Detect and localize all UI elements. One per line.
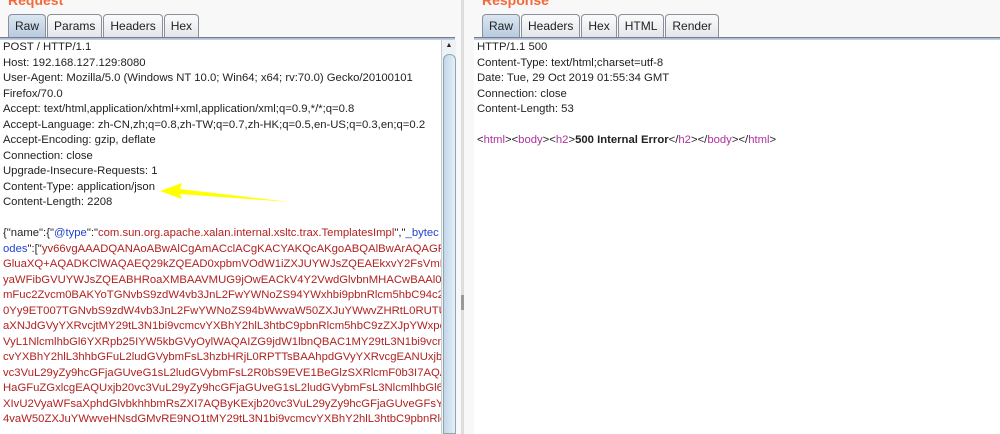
request-header-line: Upgrade-Insecure-Requests: 1	[3, 165, 158, 177]
json-second-line: odes":["yv66vgAAADQANAoABwAlCgAmACclACgK…	[0, 242, 441, 258]
request-header-line: User-Agent: Mozilla/5.0 (Windows NT 10.0…	[3, 72, 413, 84]
request-editor[interactable]: POST / HTTP/1.1 Host: 192.168.127.129:808…	[0, 40, 441, 434]
request-body-line: 0Yy9ET007TGNvbS9zdW4vb3JnL2FwYWNoZS94bWw…	[3, 304, 441, 317]
request-body-line: aXNJdGVyYXRvcjtMY29tL3N1bi9vcmcvYXBhY2hl…	[3, 320, 441, 332]
request-body-line: yaWFibGVUYWJsZQEABHRoaXMBAAVMUG9jOwEACkV…	[3, 273, 441, 286]
request-title: Request	[8, 0, 64, 8]
tab-html[interactable]: HTML	[617, 14, 665, 37]
text-span: @type	[53, 227, 87, 239]
text-span: >	[504, 134, 512, 146]
request-header-line: Host: 192.168.127.129:8080	[3, 56, 146, 69]
text-span: com.sun.org.apache.xalan.internal.xsltc.…	[97, 227, 395, 239]
split-divider[interactable]	[461, 0, 464, 434]
request-body-line: cvYXBhY2hlL3hhbGFuL2ludGVybmFsL3hzbHRjL0…	[3, 351, 441, 363]
text-span: </	[697, 134, 708, 146]
response-header-line: Content-Length: 53	[477, 103, 574, 115]
response-header-line: Connection: close	[477, 87, 567, 100]
text-span: h2	[555, 134, 569, 146]
request-header-line: Accept: text/html,application/xhtml+xml,…	[3, 103, 355, 115]
response-header-line: Content-Type: text/html;charset=utf-8	[477, 56, 664, 69]
text-span: h2	[678, 134, 691, 146]
request-header-line: Connection: close	[3, 149, 93, 162]
response-body-line: <html><body><h2>500 Internal Error</h2><…	[474, 133, 1000, 149]
request-header-line: POST / HTTP/1.1	[3, 41, 92, 53]
response-header-line: HTTP/1.1 500	[477, 41, 548, 53]
request-body-line: 4vaW50ZXJuYWwveHNsdGMvRE9NO1tMY29tL3N1bi…	[3, 413, 441, 425]
tab-raw[interactable]: Raw	[8, 14, 47, 37]
text-span: html	[748, 134, 770, 146]
text-span: _bytec	[405, 227, 439, 239]
text-span: {"name":{"	[3, 227, 54, 239]
text-span: ":"	[86, 227, 98, 239]
text-span: odes	[3, 242, 28, 255]
text-span: </	[738, 134, 749, 146]
request-body-line: VyL1NlcmlhbGl6YXRpb25IYW5kbGVyOylWAQAIZG…	[3, 335, 441, 348]
text-span: 500 Internal Error	[575, 134, 669, 146]
text-span: body	[707, 134, 732, 146]
text-span: body	[518, 134, 543, 146]
request-header-line: Accept-Encoding: gzip, deflate	[3, 134, 156, 146]
request-body-line: HaGFuZGxlcgEAQUxjb20vc3VuL29yZy9hcGFjaGU…	[3, 382, 441, 394]
request-tabs: Raw Params Headers Hex	[8, 14, 200, 37]
request-body-line: GluaXQ+AQADKClWAQAEQ29kZQEAD0xpbmVOdW1iZ…	[3, 258, 441, 270]
yellow-arrow-annotation	[160, 183, 290, 202]
text-span: yv66vgAAADQANAoABwAlCgAmACclACgKACYAKQcA…	[41, 242, 441, 255]
tab-raw[interactable]: Raw	[482, 14, 521, 37]
request-header-line: Firefox/70.0	[3, 87, 63, 100]
request-body-line: XIvU2VyaWFsaXphdGlvbkhhbmRsZXI7AQByKExjb…	[3, 397, 441, 410]
text-span: >	[690, 134, 698, 146]
tab-hex[interactable]: Hex	[581, 14, 617, 37]
request-header-line: Accept-Language: zh-CN,zh;q=0.8,zh-TW;q=…	[3, 118, 426, 131]
response-title: Response	[482, 0, 549, 8]
tab-hex[interactable]: Hex	[163, 14, 200, 37]
scrollbar-thumb[interactable]	[443, 54, 456, 434]
response-editor[interactable]: HTTP/1.1 500 Content-Type: text/html;char…	[474, 40, 1000, 434]
divider-grip[interactable]	[461, 295, 464, 310]
request-body-line: mFuc2Zvcm0BAKYoTGNvbS9zdW4vb3JnL2FwYWNoZ…	[3, 289, 441, 301]
text-span: ":["	[27, 242, 42, 255]
tab-params[interactable]: Params	[47, 14, 103, 37]
text-span: ","	[394, 227, 406, 239]
text-span: </	[668, 134, 679, 146]
text-span: html	[483, 134, 505, 146]
json-first-line: {"name":{"@type":"com.sun.org.apache.xal…	[0, 226, 441, 242]
scroll-up-arrow-icon[interactable]: ▲	[442, 40, 456, 52]
text-span: <	[477, 134, 484, 146]
tab-headers[interactable]: Headers	[521, 14, 581, 37]
tab-render[interactable]: Render	[665, 14, 719, 37]
response-header-line: Date: Tue, 29 Oct 2019 01:55:34 GMT	[477, 72, 670, 84]
tab-headers[interactable]: Headers	[103, 14, 163, 37]
text-span: <	[549, 134, 556, 146]
request-body-line: vc3VuL29yZy9hcGFjaGUveG1sL2ludGVybmFsL2R…	[3, 366, 441, 379]
response-tabs: Raw Headers Hex HTML Render	[482, 14, 720, 37]
text-span: >	[769, 134, 777, 146]
request-scrollbar[interactable]: ▲	[441, 40, 456, 434]
